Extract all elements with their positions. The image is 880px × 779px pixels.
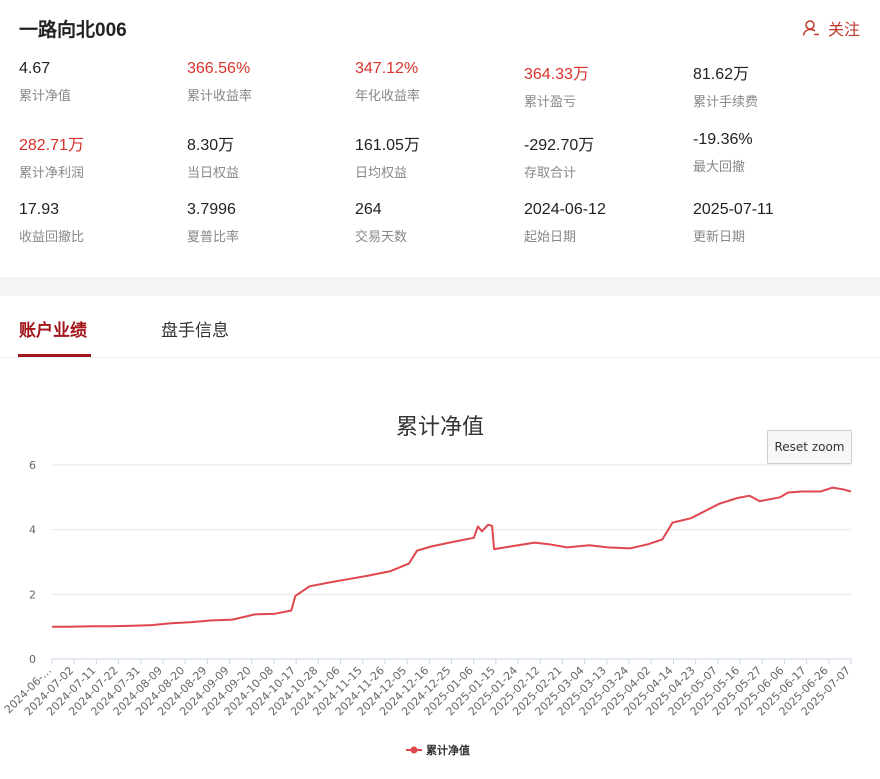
series-line-nav	[52, 486, 852, 628]
stat-label: 累计净值	[19, 88, 72, 103]
stat-label: 存取合计	[524, 165, 577, 180]
stat-label: 日均权益	[355, 165, 408, 180]
stat-label: 累计盈亏	[524, 94, 577, 109]
stat-value: -19.36%	[693, 131, 753, 148]
stat-label: 当日权益	[187, 165, 240, 180]
stat-label: 夏普比率	[187, 229, 240, 244]
stat-item: -19.36% 最大回撤	[693, 131, 853, 175]
stat-item: 366.56% 累计收益率	[187, 60, 347, 104]
stat-label: 最大回撤	[693, 159, 746, 174]
stat-item: 364.33万 累计盈亏	[524, 60, 684, 110]
stat-label: 交易天数	[355, 229, 408, 244]
y-tick-label: 6	[29, 459, 36, 472]
stat-value: 8.30万	[187, 137, 235, 154]
tab-trader-info[interactable]: 盘手信息	[161, 316, 229, 341]
y-tick-label: 0	[29, 653, 36, 666]
stat-value: 3.7996	[187, 201, 236, 218]
stat-value: 4.67	[19, 60, 51, 77]
stat-label: 累计收益率	[187, 88, 253, 103]
stat-value: 282.71万	[19, 137, 84, 154]
stat-value: 347.12%	[355, 60, 419, 77]
stat-value: 2024-06-12	[524, 201, 606, 218]
stat-value: 366.56%	[187, 60, 251, 77]
stat-item: 3.7996 夏普比率	[187, 201, 347, 245]
stat-item: 4.67 累计净值	[19, 60, 179, 104]
reset-zoom-button[interactable]: Reset zoom	[767, 430, 852, 464]
stat-value: 2025-07-11	[693, 201, 774, 218]
follow-button[interactable]: 关注	[802, 16, 860, 40]
legend-label: 累计净值	[426, 743, 470, 757]
stat-label: 更新日期	[693, 229, 746, 244]
stat-item: 2025-07-11 更新日期	[693, 201, 853, 245]
y-tick-label: 2	[29, 588, 36, 601]
stat-value: 264	[355, 201, 382, 218]
stat-value: 81.62万	[693, 66, 750, 83]
page-title: 一路向北006	[19, 20, 127, 41]
stat-item: 264 交易天数	[355, 201, 515, 245]
stat-item: 161.05万 日均权益	[355, 131, 515, 181]
legend-marker	[410, 746, 418, 754]
tab-bar: 账户业绩 盘手信息	[0, 296, 880, 358]
section-divider	[0, 277, 880, 296]
user-icon	[802, 20, 819, 36]
stat-label: 累计手续费	[693, 94, 759, 109]
chart-svg: 累计净值02462024-06-…2024-07-022024-07-11202…	[2, 415, 853, 757]
page-header: 一路向北006 关注	[0, 0, 880, 54]
stat-item: 81.62万 累计手续费	[693, 60, 853, 110]
stat-value: 161.05万	[355, 137, 420, 154]
stat-item: 347.12% 年化收益率	[355, 60, 515, 104]
stat-item: -292.70万 存取合计	[524, 131, 684, 181]
stat-label: 起始日期	[524, 229, 577, 244]
stat-item: 17.93 收益回撤比	[19, 201, 179, 245]
stat-value: 17.93	[19, 201, 60, 218]
stat-value: -292.70万	[524, 137, 595, 154]
tab-account-performance[interactable]: 账户业绩	[19, 316, 87, 341]
stat-item: 2024-06-12 起始日期	[524, 201, 684, 245]
stat-value: 364.33万	[524, 66, 589, 83]
stat-item: 8.30万当日权益	[187, 131, 347, 181]
stat-label: 累计净利润	[19, 165, 85, 180]
stat-item: 282.71万 累计净利润	[19, 131, 179, 181]
active-tab-indicator	[18, 354, 91, 357]
nav-chart: 累计净值 0 2 4 6 2024-06-… 2024-07-02 2024-07-11 202…	[0, 400, 880, 779]
stat-label: 年化收益率	[355, 88, 421, 103]
chart-title: 累计净值	[396, 415, 484, 440]
y-tick-label: 4	[29, 524, 36, 537]
stat-label: 收益回撤比	[19, 229, 85, 244]
follow-label: 关注	[827, 22, 860, 39]
